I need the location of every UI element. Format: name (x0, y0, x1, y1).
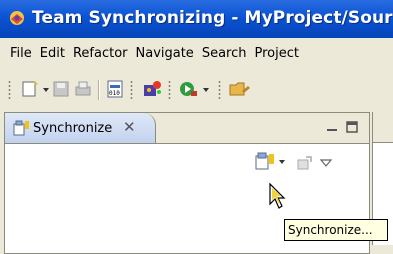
menu-edit[interactable]: Edit (36, 46, 69, 61)
minimize-icon[interactable] (325, 119, 339, 133)
save-icon[interactable] (52, 79, 70, 99)
menu-navigate[interactable]: Navigate (132, 46, 198, 61)
new-wizard-icon[interactable] (20, 79, 50, 99)
main-toolbar: 010 (0, 70, 393, 108)
paint-icon[interactable] (142, 79, 164, 99)
menu-bar: File Edit Refactor Navigate Search Project (0, 38, 393, 70)
synchronize-button[interactable] (255, 151, 291, 173)
print-icon[interactable] (74, 79, 92, 99)
binary-icon[interactable]: 010 (106, 79, 124, 99)
synchronize-tooltip: Synchronize... (284, 219, 388, 241)
menu-project[interactable]: Project (250, 46, 302, 61)
view-menu-icon[interactable] (319, 153, 333, 172)
menu-refactor[interactable]: Refactor (69, 46, 132, 61)
maximize-icon[interactable] (345, 119, 359, 133)
synchronize-view-icon (13, 119, 31, 141)
toolbar-grip[interactable] (130, 80, 133, 100)
tab-label: Synchronize (33, 121, 113, 136)
run-icon[interactable] (178, 79, 212, 99)
pin-icon[interactable] (295, 154, 313, 176)
open-folder-icon[interactable] (228, 79, 252, 99)
title-bar: Team Synchronizing - MyProject/Source (0, 0, 393, 38)
mouse-cursor-icon (268, 182, 286, 214)
tab-synchronize[interactable]: Synchronize ✕ (5, 113, 156, 143)
eclipse-app-icon (8, 9, 26, 27)
menu-file[interactable]: File (6, 46, 36, 61)
svg-text:010: 010 (109, 90, 120, 97)
adjacent-panel-header (373, 112, 393, 143)
view-header: Synchronize ✕ (5, 113, 369, 144)
close-icon[interactable]: ✕ (123, 118, 136, 136)
toolbar-grip[interactable] (168, 80, 171, 100)
menu-search[interactable]: Search (198, 46, 251, 61)
toolbar-separator (98, 80, 100, 100)
toolbar-grip[interactable] (218, 80, 221, 100)
toolbar-grip[interactable] (8, 80, 11, 100)
window-title: Team Synchronizing - MyProject/Source (32, 8, 393, 28)
